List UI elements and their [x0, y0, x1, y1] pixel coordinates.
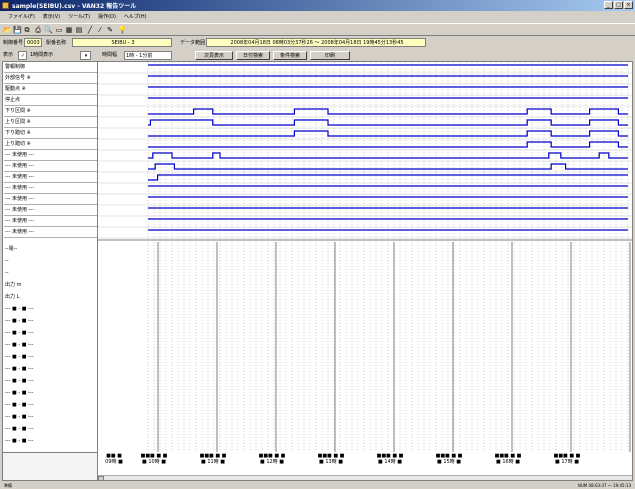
signal-label: --- 未使用 ---: [4, 227, 97, 238]
scrollbar-thumb[interactable]: [98, 476, 104, 480]
minimize-button[interactable]: _: [604, 1, 613, 9]
mode-label: 1時間表示: [30, 52, 54, 58]
maximize-button[interactable]: □: [614, 1, 623, 9]
analog-label: --- ■ - ■ ---: [5, 306, 34, 312]
title-bar: sample(SEIBU).csv - VAN32 報告ツール _ □ ×: [0, 0, 635, 11]
time-label: ■■ ■ 09時 ■: [105, 453, 123, 465]
analog-label: --- ■ - ■ ---: [5, 414, 34, 420]
signal-label: --- 未使用 ---: [4, 183, 97, 194]
analog-label: 出力 m: [5, 282, 22, 288]
slash-icon[interactable]: ⁄: [96, 26, 104, 34]
signal-label: 下り区間 ※: [4, 106, 97, 117]
condition-search-button[interactable]: 条件検索: [273, 51, 307, 60]
time-label: ■■■ ■ ■ ■ 10時 ■: [140, 453, 168, 465]
print-icon[interactable]: ⎙: [34, 26, 42, 34]
signal-label: 駆動点 ※: [4, 84, 97, 95]
grid-icon[interactable]: ▦: [65, 26, 73, 34]
analog-label: 出力 L: [5, 294, 20, 300]
range-select[interactable]: 1時 - 1分前: [124, 51, 172, 60]
signal-label: --- 未使用 ---: [4, 205, 97, 216]
copy-icon[interactable]: ⧉: [23, 26, 31, 34]
signal-label: 外部信号 ※: [4, 73, 97, 84]
analog-label: --- ■ - ■ ---: [5, 390, 34, 396]
menu-view[interactable]: 表示(V): [43, 12, 60, 22]
analog-label: --- ■ - ■ ---: [5, 378, 34, 384]
station-name-field: SEIBU - 3: [72, 38, 172, 47]
next-page-button[interactable]: 次頁表示: [195, 51, 233, 60]
signal-label: --- 未使用 ---: [4, 172, 97, 183]
menu-operation[interactable]: 操作(O): [98, 12, 116, 22]
analog-label: --- ■ - ■ ---: [5, 330, 34, 336]
signal-label: --- 未使用 ---: [4, 216, 97, 227]
analog-label: --電--: [5, 246, 18, 252]
station-name-label: 駅番名称: [46, 40, 67, 46]
analog-label: --: [5, 258, 9, 264]
station-code-field: 0003: [24, 38, 42, 47]
close-button[interactable]: ×: [624, 1, 633, 9]
time-label: ■■■ ■ ■ ■ 15時 ■: [435, 453, 463, 465]
time-label: ■■■ ■ ■ ■ 16時 ■: [494, 453, 522, 465]
mode-dropdown[interactable]: ▾: [80, 51, 91, 60]
analog-label: --: [5, 270, 9, 276]
time-label: ■■■ ■ ■ ■ 11時 ■: [199, 453, 227, 465]
analog-label: --- ■ - ■ ---: [5, 438, 34, 444]
signal-label: 警報制御: [4, 62, 97, 73]
waveform-panel: 警報制御 外部信号 ※ 駆動点 ※ 停止点 下り区間 ※ 上り区間 ※ 下り踏切…: [2, 61, 633, 481]
data-period-label: データ範囲: [180, 40, 206, 46]
toolbar: 📂 💾 ⧉ ⎙ 🔍 ▭ ▦ ▤ ╱ ⁄ ✎ 💡: [0, 23, 635, 36]
analog-label: --- ■ - ■ ---: [5, 366, 34, 372]
app-icon: [2, 2, 9, 9]
signal-label: 上り踏切 ※: [4, 139, 97, 150]
display-label: 表示: [3, 52, 14, 58]
bulb-icon[interactable]: 💡: [118, 26, 127, 34]
print-button[interactable]: 印刷: [310, 51, 350, 60]
status-bar: 準備 NUM 08:03:37 ～ 19:45:13: [0, 482, 635, 489]
table-icon[interactable]: ▤: [75, 26, 83, 34]
window-title: sample(SEIBU).csv - VAN32 報告ツール: [12, 3, 137, 10]
time-label: ■■■ ■ ■ ■ 12時 ■: [258, 453, 286, 465]
menu-bar: ファイル(F) 表示(V) ツール(T) 操作(O) ヘルプ(H): [0, 12, 635, 22]
station-code-label: 制御番号: [3, 40, 24, 46]
status-right: NUM 08:03:37 ～ 19:45:13: [577, 483, 631, 488]
signal-label: 停止点: [4, 95, 97, 106]
status-left: 準備: [4, 483, 12, 488]
time-axis-corner: [3, 452, 98, 480]
range-label: 時間幅: [102, 52, 118, 58]
display-checkbox[interactable]: ✓: [18, 51, 27, 60]
data-period-field: 2008年04月18日 08時03分37秒26 ～ 2008年04月18日 19…: [206, 38, 426, 47]
analog-label: --- ■ - ■ ---: [5, 402, 34, 408]
preview-icon[interactable]: 🔍: [44, 26, 53, 34]
analog-label: --- ■ - ■ ---: [5, 318, 34, 324]
date-search-button[interactable]: 日付検索: [236, 51, 270, 60]
control-bar: 表示 ✓ 1時間表示 ▾ 時間幅 1時 - 1分前 次頁表示 日付検索 条件検索…: [0, 50, 635, 61]
signal-label: 下り踏切 ※: [4, 128, 97, 139]
signal-label: --- 未使用 ---: [4, 161, 97, 172]
time-label: ■■■ ■ ■ ■ 17時 ■: [553, 453, 581, 465]
open-icon[interactable]: 📂: [3, 26, 12, 34]
pencil-icon[interactable]: ✎: [106, 26, 114, 34]
signal-label-column: 警報制御 外部信号 ※ 駆動点 ※ 停止点 下り区間 ※ 上り区間 ※ 下り踏切…: [3, 62, 98, 452]
horizontal-scrollbar[interactable]: [98, 475, 632, 480]
signal-label: --- 未使用 ---: [4, 150, 97, 161]
info-bar: 制御番号 0003 駅番名称 SEIBU - 3 データ範囲 2008年04月1…: [0, 37, 635, 49]
signal-label: 上り区間 ※: [4, 117, 97, 128]
time-label: ■■■ ■ ■ ■ 14時 ■: [376, 453, 404, 465]
waveform-chart: [98, 62, 632, 452]
save-icon[interactable]: 💾: [13, 26, 22, 34]
menu-help[interactable]: ヘルプ(H): [124, 12, 147, 22]
window-icon[interactable]: ▭: [55, 26, 63, 34]
analog-label: --- ■ - ■ ---: [5, 354, 34, 360]
analog-label: --- ■ - ■ ---: [5, 342, 34, 348]
analog-label: --- ■ - ■ ---: [5, 426, 34, 432]
time-label: ■■■ ■ ■ ■ 13時 ■: [317, 453, 345, 465]
menu-tools[interactable]: ツール(T): [68, 12, 90, 22]
signal-label: --- 未使用 ---: [4, 194, 97, 205]
line-icon[interactable]: ╱: [86, 26, 94, 34]
menu-file[interactable]: ファイル(F): [8, 12, 35, 22]
